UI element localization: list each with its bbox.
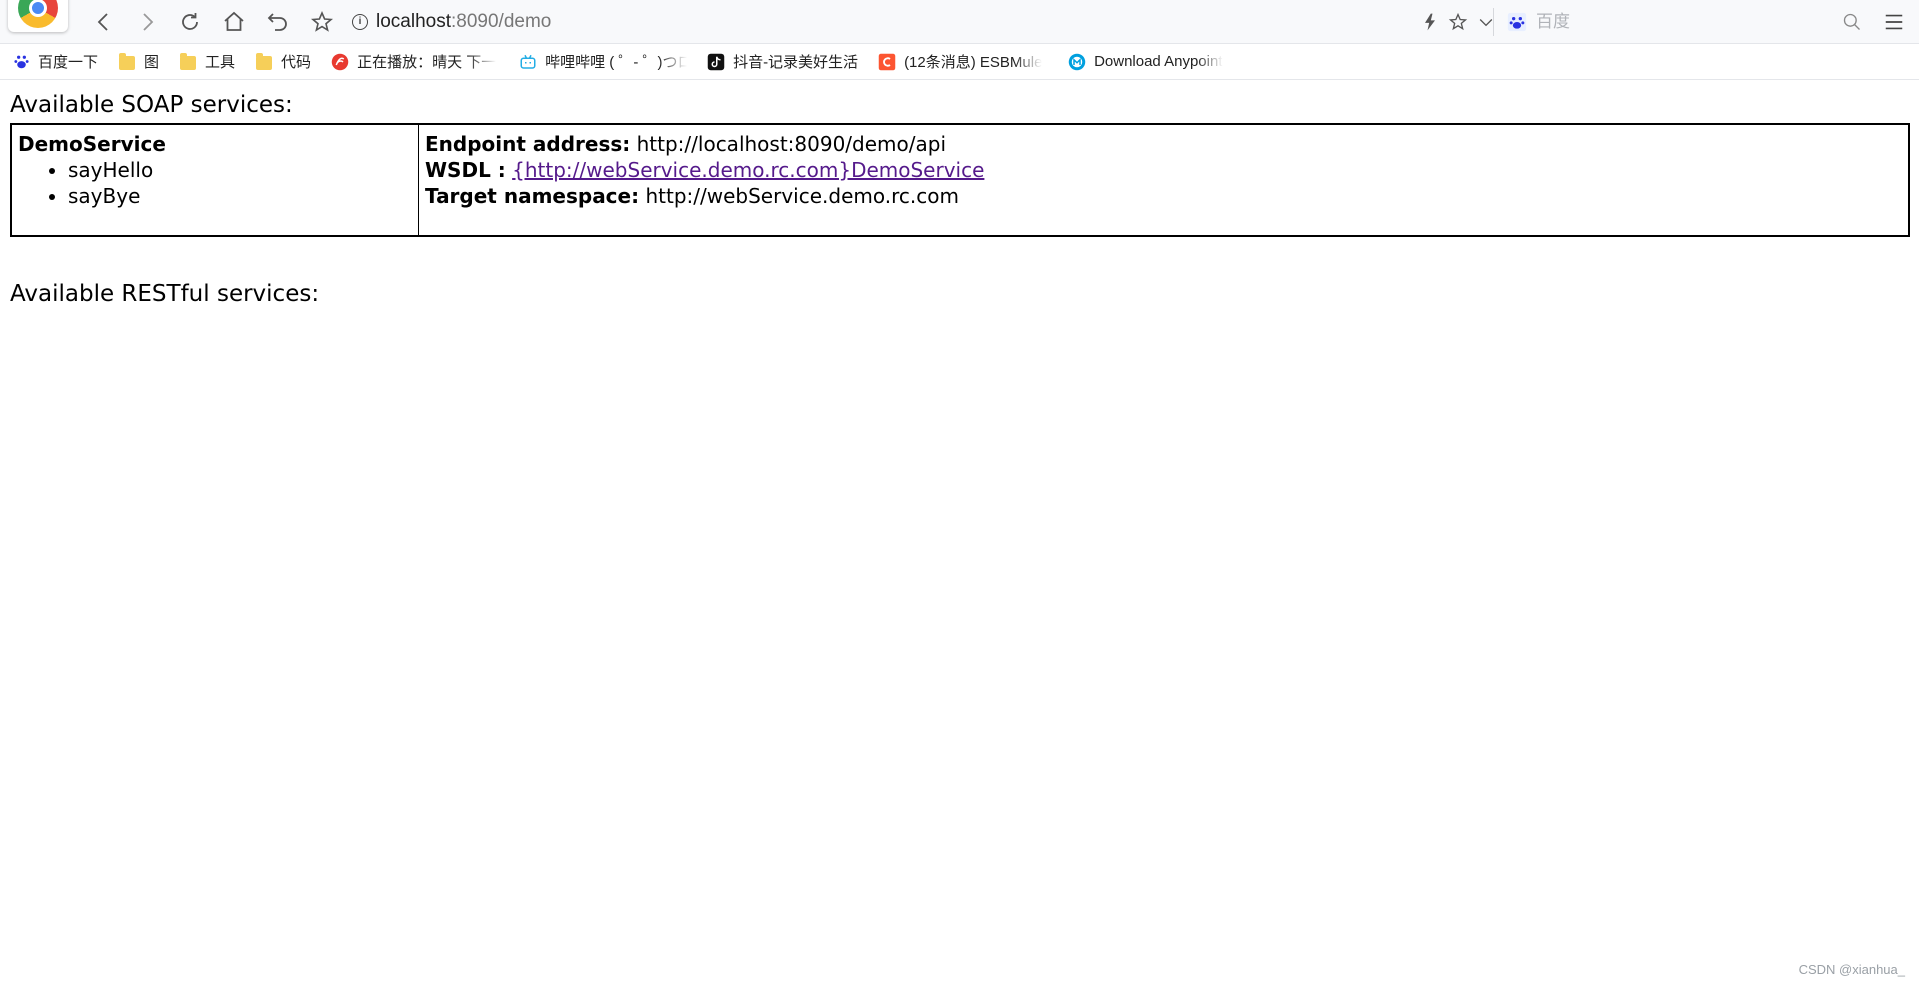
operation-item: sayBye bbox=[68, 183, 412, 209]
speed-mode-lightning-icon[interactable] bbox=[1418, 10, 1442, 34]
restful-services-heading: Available RESTful services: bbox=[10, 281, 320, 307]
bookmark-label: 百度一下 bbox=[38, 54, 99, 71]
baidu-paw-icon bbox=[12, 53, 30, 71]
bookmarks-bar: 百度一下 图 工具 代码 正在播放：晴天 下一 哔哩哔哩 ( ゜- ゜)つロ 抖… bbox=[0, 44, 1919, 80]
folder-icon bbox=[255, 52, 273, 71]
browser-logo-icon[interactable] bbox=[8, 0, 68, 32]
bookmark-label: 哔哩哔哩 ( ゜- ゜)つロ bbox=[545, 54, 688, 71]
search-icon[interactable] bbox=[1840, 10, 1864, 34]
bookmark-baidu[interactable]: 百度一下 bbox=[12, 51, 98, 72]
watermark: CSDN @xianhua_ bbox=[1798, 962, 1905, 977]
bookmark-label: 图 bbox=[144, 54, 160, 71]
bookmark-label: 抖音-记录美好生活 bbox=[733, 54, 859, 71]
folder-icon bbox=[118, 52, 136, 71]
operations-list: sayHello sayBye bbox=[18, 157, 412, 209]
bookmark-star-icon[interactable] bbox=[1446, 10, 1470, 34]
bookmark-label: 代码 bbox=[281, 54, 312, 71]
url-host: localhost bbox=[376, 11, 451, 32]
bookmark-label: (12条消息) ESBMule bbox=[904, 54, 1043, 71]
endpoint-label: Endpoint address: bbox=[425, 132, 631, 156]
bookmark-folder-tools[interactable]: 工具 bbox=[179, 51, 235, 72]
bookmark-csdn[interactable]: (12条消息) ESBMule bbox=[878, 51, 1048, 72]
bookmark-music-player[interactable]: 正在播放：晴天 下一 bbox=[331, 51, 499, 72]
reload-icon[interactable] bbox=[176, 8, 204, 36]
forward-icon[interactable] bbox=[133, 8, 161, 36]
wsdl-label: WSDL : bbox=[425, 158, 506, 182]
back-icon[interactable] bbox=[90, 8, 118, 36]
endpoint-value: http://localhost:8090/demo/api bbox=[636, 132, 947, 156]
site-info-icon[interactable]: i bbox=[352, 14, 368, 30]
search-input[interactable] bbox=[1534, 11, 1838, 33]
folder-icon bbox=[179, 52, 197, 71]
browser-toolbar: i localhost:8090/demo bbox=[0, 0, 1919, 44]
address-bar[interactable]: i localhost:8090/demo bbox=[352, 8, 1487, 36]
bookmark-label: 正在播放：晴天 下一 bbox=[357, 54, 497, 71]
operation-item: sayHello bbox=[68, 157, 412, 183]
favorites-star-icon[interactable] bbox=[308, 8, 336, 36]
service-details-cell: Endpoint address: http://localhost:8090/… bbox=[419, 125, 1908, 235]
namespace-label: Target namespace: bbox=[425, 184, 640, 208]
bilibili-icon bbox=[519, 53, 537, 71]
bookmark-label: 工具 bbox=[205, 54, 236, 71]
music-player-icon bbox=[331, 53, 349, 71]
namespace-value: http://webService.demo.rc.com bbox=[645, 184, 959, 208]
baidu-paw-icon[interactable] bbox=[1506, 11, 1528, 33]
undo-close-tab-icon[interactable] bbox=[264, 8, 292, 36]
mulesoft-icon bbox=[1068, 53, 1086, 71]
address-actions bbox=[1418, 10, 1498, 34]
wsdl-link[interactable]: {http://webService.demo.rc.com}DemoServi… bbox=[512, 158, 984, 182]
endpoint-row: Endpoint address: http://localhost:8090/… bbox=[425, 131, 1902, 157]
bookmark-douyin[interactable]: 抖音-记录美好生活 bbox=[707, 51, 858, 72]
table-row: DemoService sayHello sayBye Endpoint add… bbox=[12, 125, 1908, 235]
douyin-icon bbox=[707, 53, 725, 71]
wsdl-row: WSDL : {http://webService.demo.rc.com}De… bbox=[425, 157, 1902, 183]
bookmark-folder-images[interactable]: 图 bbox=[118, 51, 159, 72]
search-box bbox=[1493, 8, 1909, 36]
bookmark-mulesoft[interactable]: Download Anypoint bbox=[1068, 53, 1240, 71]
bookmark-folder-code[interactable]: 代码 bbox=[255, 51, 311, 72]
menu-icon[interactable] bbox=[1880, 8, 1908, 36]
soap-services-heading: Available SOAP services: bbox=[10, 92, 293, 118]
soap-services-table: DemoService sayHello sayBye Endpoint add… bbox=[10, 123, 1910, 237]
service-name-cell: DemoService sayHello sayBye bbox=[12, 125, 419, 235]
page-content: Available SOAP services: DemoService say… bbox=[10, 88, 1910, 311]
csdn-icon bbox=[878, 53, 896, 71]
home-icon[interactable] bbox=[220, 8, 248, 36]
url-text[interactable]: localhost:8090/demo bbox=[376, 11, 551, 33]
service-name: DemoService bbox=[18, 132, 166, 156]
bookmark-label: Download Anypoint bbox=[1094, 53, 1223, 70]
url-path: :8090/demo bbox=[451, 11, 552, 32]
bookmark-bilibili[interactable]: 哔哩哔哩 ( ゜- ゜)つロ bbox=[519, 51, 687, 72]
namespace-row: Target namespace: http://webService.demo… bbox=[425, 183, 1902, 209]
